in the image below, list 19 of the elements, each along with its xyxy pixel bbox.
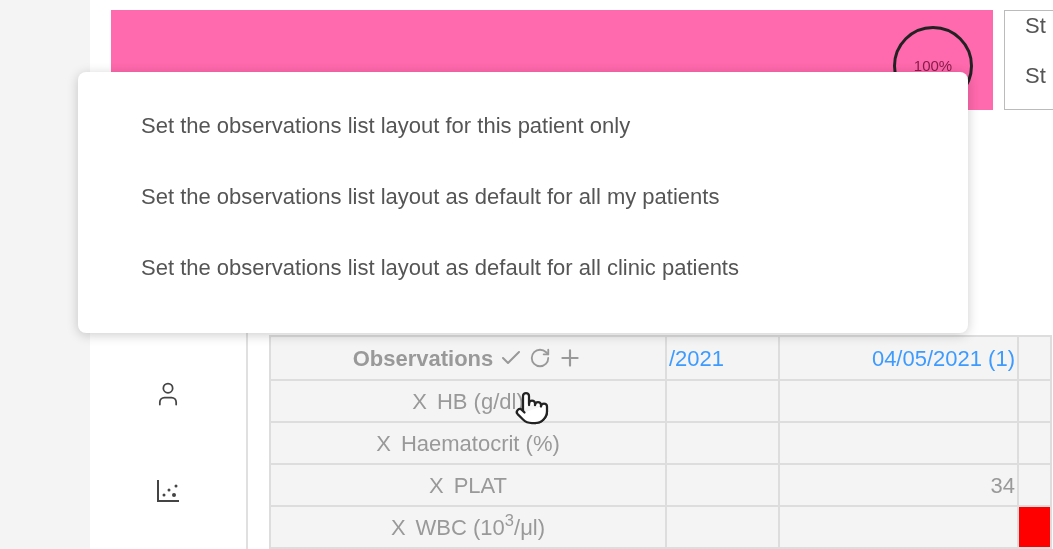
remove-button[interactable]: X — [412, 384, 427, 418]
card-text: St — [1025, 12, 1047, 40]
table-cell: 34 — [780, 465, 1019, 505]
observation-name: Haematocrit (%) — [400, 429, 560, 458]
observation-name: PLAT — [453, 471, 508, 500]
menu-item[interactable]: Set the observations list layout as default for all clinic patients — [141, 254, 968, 282]
observation-name: WBC (10$^{3}$/μl) — [415, 510, 546, 542]
card-text: St — [1025, 62, 1047, 90]
date-link[interactable]: /2021 — [669, 341, 725, 375]
remove-button[interactable]: X — [376, 426, 391, 460]
menu-item[interactable]: Set the observations list layout as default for all my patients — [141, 183, 968, 211]
remove-button[interactable]: X — [390, 510, 406, 544]
date-link[interactable]: 04/05/2021 (1) — [871, 341, 1015, 375]
column-header: Observations — [352, 344, 494, 373]
observation-name: HB (g/dl) — [436, 387, 524, 416]
remove-button[interactable]: X — [428, 468, 444, 502]
refresh-icon[interactable] — [529, 347, 552, 369]
menu-item[interactable]: Set the observations list layout for this patient only — [141, 112, 968, 140]
scatter-chart-icon[interactable] — [155, 478, 181, 504]
